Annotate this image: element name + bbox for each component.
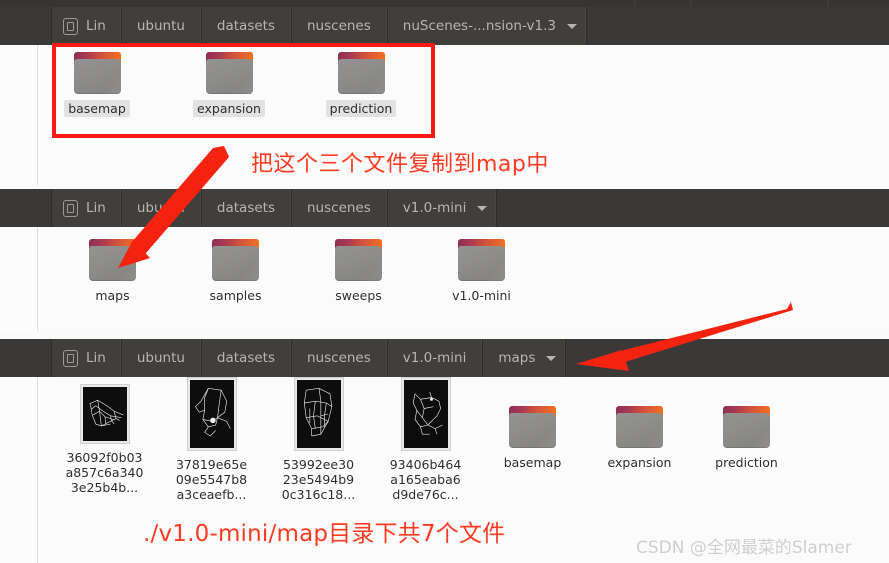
file-item-sweeps-2[interactable]: sweeps <box>297 239 420 304</box>
device-icon <box>63 17 78 35</box>
crumb-left-pad <box>0 7 51 45</box>
file-item-map-53992ee30-3[interactable]: 53992ee30 23e5494b9 0c316c18... <box>265 378 372 503</box>
file-label: v1.0-mini <box>452 288 511 303</box>
breadcrumb-label: nuscenes <box>307 200 371 216</box>
file-item-samples-2[interactable]: samples <box>174 239 297 304</box>
file-label: maps <box>95 288 130 303</box>
breadcrumb-bar-1: Lin ubuntu datasets nuscenes nuScenes-..… <box>0 7 889 45</box>
folder-icon <box>458 239 505 281</box>
file-label: 93406b464 a165eaba6 d9de76c... <box>389 457 462 502</box>
file-label: 36092f0b03 a857c6a340 3e25b4b... <box>65 450 144 495</box>
breadcrumb-current-1[interactable]: nuScenes-...nsion-v1.3 <box>386 7 586 45</box>
breadcrumb-label: datasets <box>216 350 275 366</box>
breadcrumb-datasets-1[interactable]: datasets <box>200 7 291 45</box>
folder-icon <box>616 406 663 448</box>
file-label: prediction <box>715 455 778 470</box>
breadcrumb-lin-2[interactable]: Lin <box>51 189 121 227</box>
breadcrumb-label: maps <box>498 350 536 366</box>
screenshot-root: Lin ubuntu datasets nuscenes nuScenes-..… <box>0 0 889 563</box>
folder-icon <box>89 239 136 281</box>
map-thumbnail-icon <box>401 378 450 450</box>
breadcrumb-ubuntu-3[interactable]: ubuntu <box>120 339 201 377</box>
breadcrumb-nuscenes-2[interactable]: nuscenes <box>291 189 387 227</box>
sidebar-gutter-2 <box>0 227 38 331</box>
breadcrumb-current-3[interactable]: maps <box>482 339 566 377</box>
breadcrumb-lin-1[interactable]: Lin <box>51 7 121 45</box>
file-item-map-37819e65e-3[interactable]: 37819e65e 09e5547b8 a3ceaefb... <box>158 378 265 503</box>
file-view-2: maps samples sweeps v1.0-mini <box>0 227 889 331</box>
device-icon <box>63 199 78 217</box>
annotation-note-bottom: ./v1.0-mini/map目录下共7个文件 <box>143 521 506 547</box>
file-label: 53992ee30 23e5494b9 0c316c18... <box>281 457 356 502</box>
red-highlight-rectangle <box>52 43 435 138</box>
file-label: samples <box>209 288 262 303</box>
folder-icon <box>212 239 259 281</box>
annotation-note-top: 把这个三个文件复制到map中 <box>251 152 549 177</box>
device-icon <box>63 349 78 367</box>
file-item-prediction-3[interactable]: prediction <box>693 385 800 503</box>
file-item-maps-2[interactable]: maps <box>51 239 174 304</box>
csdn-watermark: CSDN @全网最菜的Slamer <box>636 538 852 558</box>
breadcrumb-label: datasets <box>216 18 275 34</box>
window-top-strip <box>0 0 889 7</box>
folder-icon <box>509 406 556 448</box>
breadcrumb-v10mini-3[interactable]: v1.0-mini <box>386 339 483 377</box>
breadcrumb-label: nuscenes <box>307 18 371 34</box>
breadcrumb-label: nuscenes <box>307 350 371 366</box>
breadcrumb-ubuntu-2[interactable]: ubuntu <box>120 189 201 227</box>
breadcrumb-bar-2: Lin ubuntu datasets nuscenes v1.0-mini <box>0 189 889 227</box>
file-grid-2: maps samples sweeps v1.0-mini <box>51 239 889 304</box>
breadcrumb-label: ubuntu <box>136 18 185 34</box>
folder-icon <box>335 239 382 281</box>
breadcrumb-label: nuScenes-...nsion-v1.3 <box>402 18 556 34</box>
breadcrumb-empty-area-1 <box>585 7 889 45</box>
folder-icon <box>723 406 770 448</box>
map-thumbnail-icon <box>80 385 129 443</box>
file-label: 37819e65e 09e5547b8 a3ceaefb... <box>175 457 248 502</box>
crumb-left-pad <box>0 339 51 377</box>
breadcrumb-lin-3[interactable]: Lin <box>51 339 121 377</box>
file-grid-3: 36092f0b03 a857c6a340 3e25b4b... 37819e6… <box>51 378 889 503</box>
breadcrumb-datasets-3[interactable]: datasets <box>200 339 291 377</box>
chevron-down-icon[interactable] <box>566 23 577 29</box>
breadcrumb-current-2[interactable]: v1.0-mini <box>386 189 497 227</box>
breadcrumb-label: datasets <box>216 200 275 216</box>
breadcrumb-datasets-2[interactable]: datasets <box>200 189 291 227</box>
breadcrumb-label: Lin <box>86 350 106 366</box>
file-label: expansion <box>607 455 672 470</box>
breadcrumb-nuscenes-3[interactable]: nuscenes <box>291 339 387 377</box>
breadcrumb-label: v1.0-mini <box>402 200 467 216</box>
file-label: basemap <box>503 455 562 470</box>
file-item-map-93406b464-3[interactable]: 93406b464 a165eaba6 d9de76c... <box>372 378 479 503</box>
breadcrumb-bar-3: Lin ubuntu datasets nuscenes v1.0-mini m… <box>0 339 889 377</box>
crumb-left-pad <box>0 189 51 227</box>
breadcrumb-label: ubuntu <box>136 350 185 366</box>
chevron-down-icon[interactable] <box>546 355 557 361</box>
chevron-down-icon[interactable] <box>477 205 488 211</box>
file-item-expansion-3[interactable]: expansion <box>586 385 693 503</box>
file-item-basemap-3[interactable]: basemap <box>479 385 586 503</box>
breadcrumb-empty-area-3 <box>565 339 889 377</box>
breadcrumb-label: Lin <box>86 18 106 34</box>
breadcrumb-nuscenes-1[interactable]: nuscenes <box>291 7 387 45</box>
breadcrumb-label: Lin <box>86 200 106 216</box>
sidebar-gutter-3 <box>0 377 38 563</box>
breadcrumb-ubuntu-1[interactable]: ubuntu <box>120 7 201 45</box>
file-label: sweeps <box>335 288 382 303</box>
map-thumbnail-icon <box>294 378 343 450</box>
breadcrumb-label: ubuntu <box>136 200 185 216</box>
sidebar-gutter-1 <box>0 45 38 185</box>
map-thumbnail-icon <box>187 378 236 450</box>
file-item-v10mini-2[interactable]: v1.0-mini <box>420 239 543 304</box>
breadcrumb-empty-area-2 <box>496 189 889 227</box>
file-item-map-36092f0b03-3[interactable]: 36092f0b03 a857c6a340 3e25b4b... <box>51 385 158 503</box>
breadcrumb-label: v1.0-mini <box>402 350 467 366</box>
